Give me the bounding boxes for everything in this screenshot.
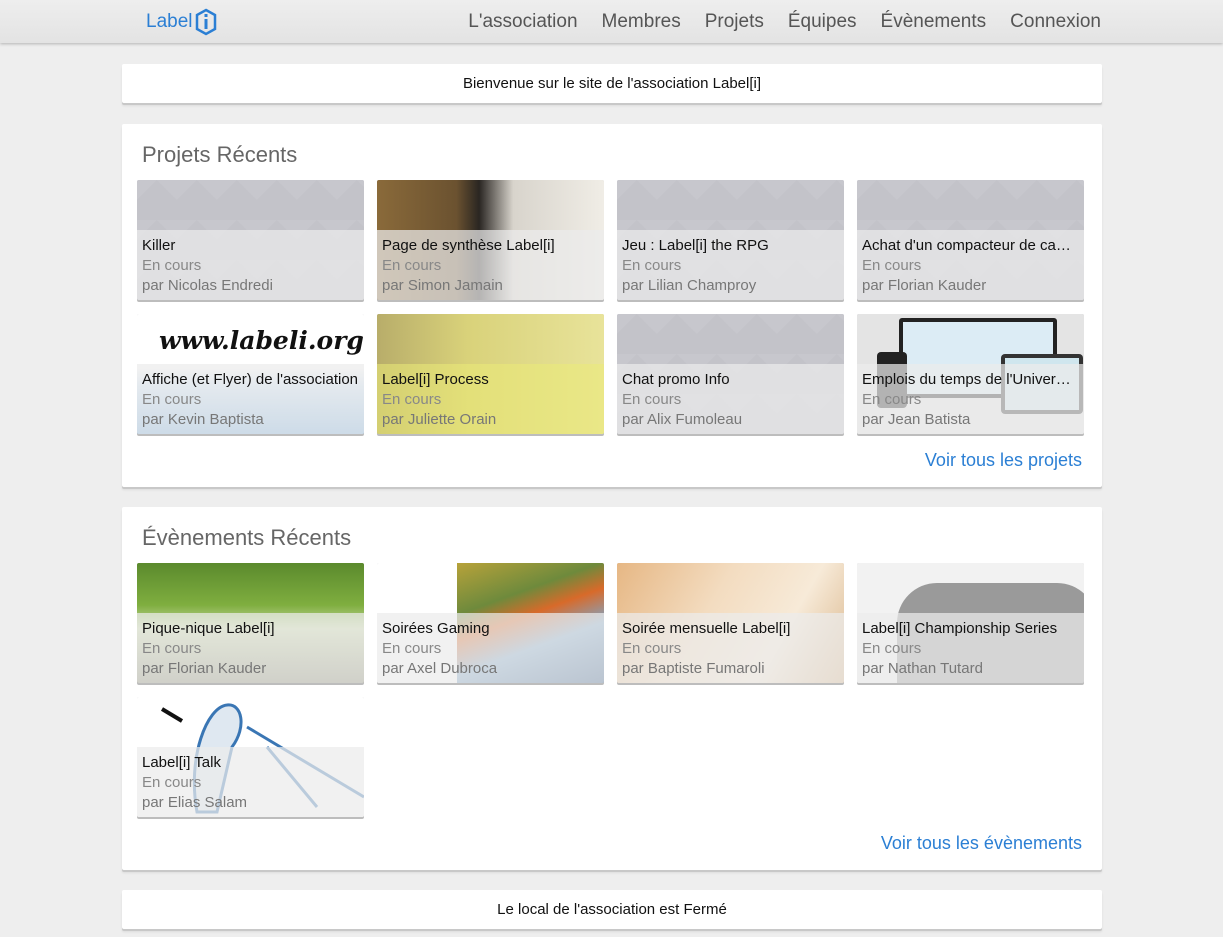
nav-association[interactable]: L'association bbox=[468, 11, 577, 33]
project-card-process[interactable]: Label[i] Process En cours par Juliette O… bbox=[377, 314, 604, 434]
event-author: par Nathan Tutard bbox=[862, 660, 983, 677]
nav-equipes[interactable]: Équipes bbox=[788, 11, 857, 33]
project-card-affiche[interactable]: www.labeli.org Affiche (et Flyer) de l'a… bbox=[137, 314, 364, 434]
see-all-projects-link[interactable]: Voir tous les projets bbox=[925, 450, 1082, 471]
project-title: Page de synthèse Label[i] bbox=[382, 237, 555, 254]
logo-text: Label bbox=[146, 11, 193, 32]
project-card-emplois[interactable]: Emplois du temps de l'Univer… En cours p… bbox=[857, 314, 1084, 434]
project-author: par Kevin Baptista bbox=[142, 411, 264, 428]
projects-section-title: Projets Récents bbox=[142, 142, 298, 167]
nav-membres[interactable]: Membres bbox=[602, 11, 681, 33]
local-status-text: Le local de l'association est Fermé bbox=[497, 901, 727, 918]
nav-projets[interactable]: Projets bbox=[705, 11, 764, 33]
event-author: par Elias Salam bbox=[142, 794, 248, 811]
welcome-banner: Bienvenue sur le site de l'association L… bbox=[122, 64, 1102, 103]
project-status: En cours bbox=[862, 257, 922, 274]
project-author: par Simon Jamain bbox=[382, 277, 503, 294]
main-nav: L'association Membres Projets Équipes Év… bbox=[444, 0, 1101, 43]
event-status: En cours bbox=[622, 640, 682, 657]
project-title: Emplois du temps de l'Univer… bbox=[862, 371, 1071, 388]
project-author: par Florian Kauder bbox=[862, 277, 987, 294]
project-title: Jeu : Label[i] the RPG bbox=[622, 237, 769, 254]
poster-url-text: www.labeli.org bbox=[159, 326, 364, 355]
event-status: En cours bbox=[862, 640, 922, 657]
project-card-compacteur[interactable]: Achat d'un compacteur de ca… En cours pa… bbox=[857, 180, 1084, 300]
event-title: Label[i] Talk bbox=[142, 754, 221, 771]
event-title: Soirée mensuelle Label[i] bbox=[622, 620, 791, 637]
project-title: Affiche (et Flyer) de l'association bbox=[142, 371, 359, 388]
project-author: par Jean Batista bbox=[862, 411, 971, 428]
project-card-synthese[interactable]: Page de synthèse Label[i] En cours par S… bbox=[377, 180, 604, 300]
event-card-talk[interactable]: Label[i] Talk En cours par Elias Salam bbox=[137, 697, 364, 817]
event-title: Label[i] Championship Series bbox=[862, 620, 1058, 637]
event-card-pique-nique[interactable]: Pique-nique Label[i] En cours par Floria… bbox=[137, 563, 364, 683]
event-status: En cours bbox=[142, 640, 202, 657]
welcome-text: Bienvenue sur le site de l'association L… bbox=[462, 75, 762, 92]
project-author: par Nicolas Endredi bbox=[142, 277, 273, 294]
project-author: par Juliette Orain bbox=[382, 411, 497, 428]
project-status: En cours bbox=[142, 391, 202, 408]
project-title: Killer bbox=[142, 237, 176, 254]
local-status-banner: Le local de l'association est Fermé bbox=[122, 890, 1102, 929]
project-status: En cours bbox=[622, 257, 682, 274]
project-title: Chat promo Info bbox=[622, 371, 730, 388]
project-status: En cours bbox=[382, 391, 442, 408]
project-author: par Lilian Champroy bbox=[622, 277, 757, 294]
event-author: par Axel Dubroca bbox=[382, 660, 498, 677]
see-all-events-link[interactable]: Voir tous les évènements bbox=[881, 833, 1082, 854]
project-status: En cours bbox=[862, 391, 922, 408]
site-logo[interactable]: Label bbox=[146, 8, 217, 36]
event-card-soiree-mensuelle[interactable]: Soirée mensuelle Label[i] En cours par B… bbox=[617, 563, 844, 683]
event-title: Soirées Gaming bbox=[382, 620, 490, 637]
event-card-championship[interactable]: Label[i] Championship Series En cours pa… bbox=[857, 563, 1084, 683]
project-author: par Alix Fumoleau bbox=[622, 411, 743, 428]
event-author: par Florian Kauder bbox=[142, 660, 267, 677]
event-status: En cours bbox=[382, 640, 442, 657]
event-status: En cours bbox=[142, 774, 202, 791]
project-card-killer[interactable]: Killer En cours par Nicolas Endredi bbox=[137, 180, 364, 300]
project-status: En cours bbox=[142, 257, 202, 274]
recent-events-section: Évènements Récents Pique-nique Label[i] … bbox=[122, 507, 1102, 870]
project-card-chat[interactable]: Chat promo Info En cours par Alix Fumole… bbox=[617, 314, 844, 434]
events-section-title: Évènements Récents bbox=[142, 525, 352, 550]
project-title: Label[i] Process bbox=[382, 371, 489, 388]
nav-connexion[interactable]: Connexion bbox=[1010, 11, 1101, 33]
project-status: En cours bbox=[622, 391, 682, 408]
top-navbar: Label L'association Membres Projets Équi… bbox=[0, 0, 1223, 43]
event-author: par Baptiste Fumaroli bbox=[622, 660, 765, 677]
nav-evenements[interactable]: Évènements bbox=[881, 11, 987, 33]
project-title: Achat d'un compacteur de ca… bbox=[862, 237, 1071, 254]
project-card-rpg[interactable]: Jeu : Label[i] the RPG En cours par Lili… bbox=[617, 180, 844, 300]
recent-projects-section: Projets Récents Killer En cours par Nico… bbox=[122, 124, 1102, 487]
logo-hexagon-icon bbox=[195, 8, 216, 36]
project-status: En cours bbox=[382, 257, 442, 274]
event-card-gaming[interactable]: Soirées Gaming En cours par Axel Dubroca bbox=[377, 563, 604, 683]
event-title: Pique-nique Label[i] bbox=[142, 620, 275, 637]
